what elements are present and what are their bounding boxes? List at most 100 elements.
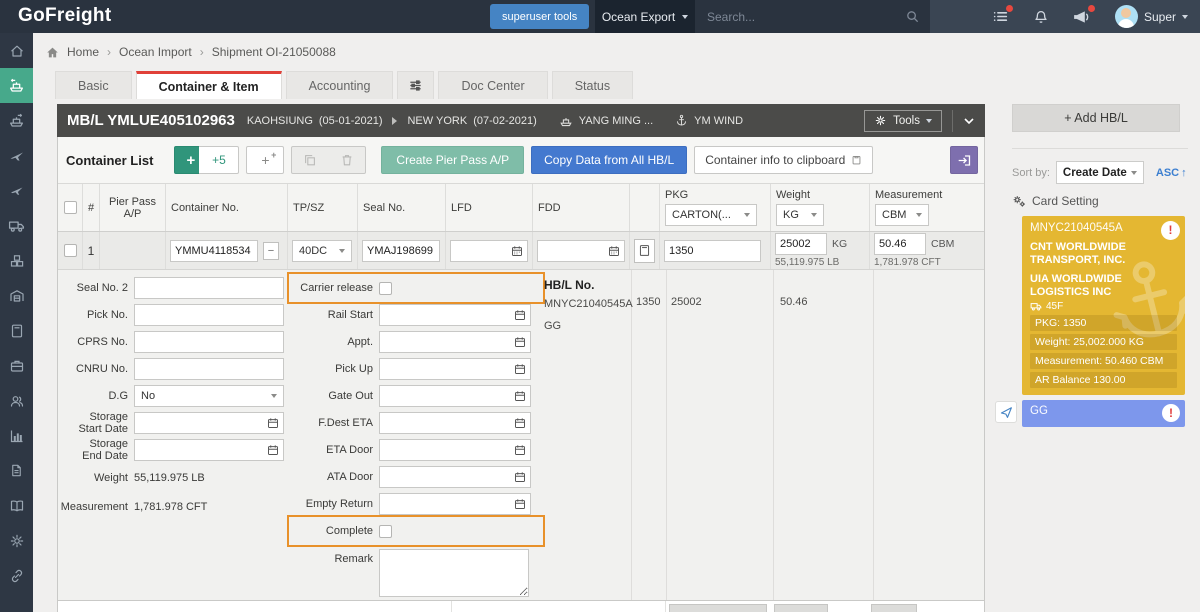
gate-out-field[interactable] — [380, 387, 514, 405]
breadcrumb-ocean-import[interactable]: Ocean Import — [119, 45, 192, 59]
storage-end-field[interactable] — [135, 441, 267, 459]
hbl-card-gg[interactable]: GG ! — [1022, 400, 1185, 427]
hbl-link[interactable]: MNYC21040545A — [544, 298, 633, 310]
weight-input[interactable] — [775, 233, 827, 255]
measurement-unit-select[interactable]: CBM — [875, 204, 929, 226]
carrier-release-checkbox[interactable] — [379, 282, 392, 295]
sidebar-item-accounting[interactable] — [0, 313, 33, 348]
sidebar-item-ledger[interactable] — [0, 488, 33, 523]
copy-data-from-hbl-button[interactable]: Copy Data from All HB/L — [531, 146, 687, 174]
sidebar-item-home[interactable] — [0, 33, 33, 68]
sidebar-item-documents[interactable] — [0, 453, 33, 488]
sidebar-item-jobs[interactable] — [0, 348, 33, 383]
fdest-eta-field[interactable] — [380, 414, 514, 432]
collapse-mbl-chevron[interactable] — [952, 110, 975, 132]
send-to-dispatch-button[interactable] — [950, 146, 978, 174]
seal-no-2-input[interactable] — [134, 277, 284, 299]
eta-door-field[interactable] — [380, 441, 514, 459]
sidebar-item-trucking[interactable] — [0, 208, 33, 243]
search-icon[interactable] — [905, 9, 920, 24]
create-pier-pass-button[interactable]: Create Pier Pass A/P — [381, 146, 524, 174]
eta-door-date-input[interactable] — [379, 439, 531, 461]
container-info-clipboard-button[interactable]: Container info to clipboard — [694, 146, 873, 174]
tab-doc-center[interactable]: Doc Center — [438, 71, 547, 99]
tab-container-item[interactable]: Container & Item — [136, 71, 282, 99]
gate-out-date-input[interactable] — [379, 385, 531, 407]
add-hbl-button[interactable]: + Add HB/L — [1012, 104, 1180, 132]
sort-select[interactable]: Create Date — [1056, 161, 1144, 184]
collapse-row-button[interactable]: − — [263, 242, 279, 260]
pick-up-field[interactable] — [380, 360, 514, 378]
sort-direction-toggle[interactable]: ASC ↑ — [1156, 167, 1187, 179]
tab-accounting[interactable]: Accounting — [286, 71, 394, 99]
breadcrumb-shipment[interactable]: Shipment OI-21050088 — [212, 45, 336, 59]
pkg-unit-select[interactable]: CARTON(... — [665, 204, 757, 226]
pick-up-date-input[interactable] — [379, 358, 531, 380]
appt-field[interactable] — [380, 333, 514, 351]
lfd-date-input[interactable] — [450, 240, 528, 262]
empty-return-field[interactable] — [380, 495, 514, 513]
tab-basic[interactable]: Basic — [55, 71, 132, 99]
tpsz-select[interactable]: 40DC — [292, 240, 352, 262]
delete-container-button[interactable] — [328, 146, 366, 174]
pkg-input[interactable] — [664, 240, 761, 262]
storage-start-date-input[interactable] — [134, 412, 284, 434]
tasks-list-icon[interactable] — [992, 8, 1009, 25]
cprs-no-input[interactable] — [134, 331, 284, 353]
rail-start-field[interactable] — [380, 306, 514, 324]
department-select[interactable]: Ocean Export — [595, 0, 695, 33]
search-input[interactable] — [705, 9, 905, 25]
dg-select[interactable]: No — [134, 385, 284, 407]
tab-options-sliders[interactable] — [397, 71, 434, 99]
rail-start-date-input[interactable] — [379, 304, 531, 326]
measurement-input[interactable] — [874, 233, 926, 255]
weight-unit-select[interactable]: KG — [776, 204, 824, 226]
sidebar-item-integrations[interactable] — [0, 558, 33, 593]
sidebar-item-ocean-export[interactable] — [0, 103, 33, 138]
sidebar-item-contacts[interactable] — [0, 383, 33, 418]
empty-return-date-input[interactable] — [379, 493, 531, 515]
sidebar-item-supplies[interactable] — [0, 243, 33, 278]
add-multiple-containers-button[interactable]: +5 — [199, 146, 239, 174]
duplicate-container-button[interactable] — [291, 146, 329, 174]
storage-end-date-input[interactable] — [134, 439, 284, 461]
tab-status[interactable]: Status — [552, 71, 633, 99]
sidebar-item-warehouse[interactable] — [0, 278, 33, 313]
ata-door-field[interactable] — [380, 468, 514, 486]
superuser-tools-button[interactable]: superuser tools — [490, 4, 589, 29]
container-no-input[interactable] — [170, 240, 258, 262]
add-container-with-copy-button[interactable]: + + — [246, 146, 284, 174]
cutoff-button[interactable] — [774, 604, 828, 612]
seal-no-input[interactable] — [362, 240, 440, 262]
lfd-date-field[interactable] — [451, 242, 511, 260]
announcement-megaphone-icon[interactable] — [1073, 8, 1091, 26]
appt-date-input[interactable] — [379, 331, 531, 353]
breadcrumb-home[interactable]: Home — [67, 45, 99, 59]
cnru-no-input[interactable] — [134, 358, 284, 380]
hbl-card-mnyc[interactable]: MNYC21040545A ! CNT WORLDWIDE TRANSPORT,… — [1022, 216, 1185, 395]
storage-start-field[interactable] — [135, 414, 267, 432]
calculate-weight-button[interactable] — [634, 239, 655, 263]
cutoff-button[interactable] — [871, 604, 917, 612]
complete-checkbox[interactable] — [379, 525, 392, 538]
fdd-date-field[interactable] — [538, 242, 608, 260]
tools-dropdown-button[interactable]: Tools — [864, 110, 942, 132]
hbl-link[interactable]: GG — [544, 320, 633, 332]
sidebar-item-reports[interactable] — [0, 418, 33, 453]
sidebar-item-air-export[interactable] — [0, 173, 33, 208]
sidebar-item-settings[interactable] — [0, 523, 33, 558]
dispatch-send-button[interactable] — [995, 401, 1017, 423]
sidebar-item-air-import[interactable] — [0, 138, 33, 173]
user-menu[interactable]: Super — [1115, 5, 1188, 28]
row-checkbox[interactable] — [64, 244, 77, 257]
sidebar-item-ocean-import[interactable] — [0, 68, 33, 103]
card-setting-button[interactable]: Card Setting — [1012, 194, 1188, 208]
remark-textarea[interactable] — [379, 549, 529, 597]
fdest-eta-date-input[interactable] — [379, 412, 531, 434]
select-all-checkbox[interactable] — [64, 201, 77, 214]
ata-door-date-input[interactable] — [379, 466, 531, 488]
cutoff-button[interactable] — [669, 604, 767, 612]
fdd-date-input[interactable] — [537, 240, 625, 262]
pick-no-input[interactable] — [134, 304, 284, 326]
bell-icon[interactable] — [1033, 9, 1049, 25]
